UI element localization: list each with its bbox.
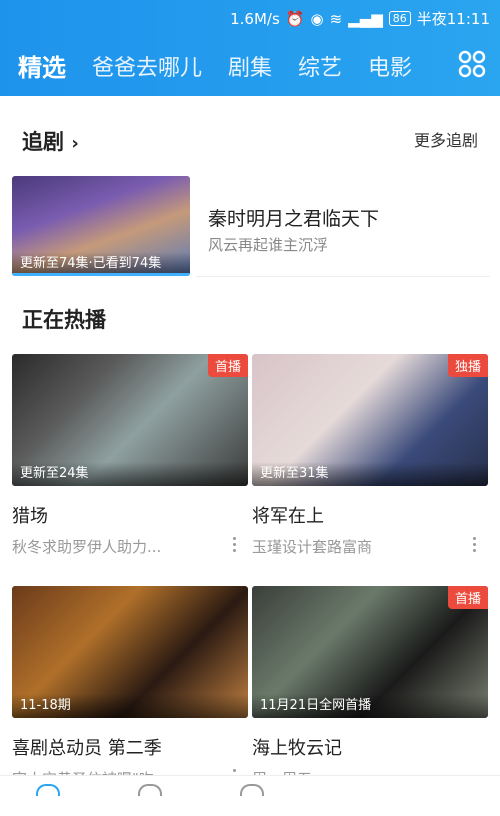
wifi-icon: ≋ <box>329 9 343 28</box>
tab-featured[interactable]: 精选 <box>18 48 66 83</box>
eye-icon: ◉ <box>310 9 324 28</box>
section-hot-title: 正在热播 <box>22 308 106 332</box>
premiere-badge: 首播 <box>447 586 488 609</box>
section-following[interactable]: 追剧 › <box>22 126 79 156</box>
tab-variety[interactable]: 综艺 <box>298 50 342 82</box>
chevron-right-icon: › <box>71 133 79 154</box>
more-following-link[interactable]: 更多追剧 <box>414 127 478 151</box>
watch-progress-bar <box>12 273 190 276</box>
card-thumbnail: 首播 11月21日全网首播 <box>252 586 488 718</box>
clock: 半夜11:11 <box>416 10 490 28</box>
card-thumbnail: 独播 更新至31集 <box>252 354 488 486</box>
divider <box>196 276 490 277</box>
community-icon[interactable] <box>240 784 264 796</box>
card-title: 将军在上 <box>252 506 324 527</box>
card-hot-1[interactable]: 首播 更新至24集 猎场 秋冬求助罗伊人助力... <box>12 354 248 584</box>
bottom-nav <box>0 775 500 798</box>
episode-overlay: 11-18期 <box>12 694 248 718</box>
following-title: 秦时明月之君临天下 <box>208 208 380 230</box>
more-options-icon[interactable] <box>466 534 482 558</box>
episode-overlay: 更新至24集 <box>12 462 248 486</box>
channel-grid-icon[interactable] <box>458 50 486 78</box>
following-description: 风云再起谁主沉浮 <box>208 236 329 254</box>
card-hot-2[interactable]: 独播 更新至31集 将军在上 玉瑾设计套路富商 <box>252 354 488 584</box>
following-thumbnail: 更新至74集·已看到74集 <box>12 176 190 276</box>
home-icon[interactable] <box>36 784 60 796</box>
card-title: 猎场 <box>12 506 48 527</box>
status-bar: 1.6M/s ⏰ ◉ ≋ ▂▄▆ 86 半夜11:11 <box>0 0 500 34</box>
channel-tabs: 精选 爸爸去哪儿 剧集 综艺 电影 <box>18 48 440 84</box>
more-options-icon[interactable] <box>226 534 242 558</box>
alarm-icon: ⏰ <box>285 9 305 28</box>
battery-icon: 86 <box>388 11 411 26</box>
following-item[interactable]: 更新至74集·已看到74集 秦时明月之君临天下 风云再起谁主沉浮 <box>12 176 490 276</box>
card-subtitle: 秋冬求助罗伊人助力... <box>12 538 162 556</box>
exclusive-badge: 独播 <box>447 354 488 377</box>
top-bar: 1.6M/s ⏰ ◉ ≋ ▂▄▆ 86 半夜11:11 精选 爸爸去哪儿 剧集 综艺电… <box>0 0 500 96</box>
card-subtitle: 玉瑾设计套路富商 <box>252 538 373 556</box>
episode-overlay: 更新至31集 <box>252 462 488 486</box>
tab-movies[interactable]: 电影 <box>368 50 412 82</box>
card-thumbnail: 11-18期 <box>12 586 248 718</box>
premiere-badge: 首播 <box>207 354 248 377</box>
card-title: 海上牧云记 <box>252 738 342 759</box>
tab-dad-where[interactable]: 爸爸去哪儿 <box>92 50 202 82</box>
tab-series[interactable]: 剧集 <box>228 50 272 82</box>
card-title: 喜剧总动员 第二季 <box>12 738 162 759</box>
section-following-title: 追剧 <box>22 130 64 154</box>
card-thumbnail: 首播 更新至24集 <box>12 354 248 486</box>
signal-icon: ▂▄▆ <box>348 9 383 28</box>
episode-overlay: 11月21日全网首播 <box>252 694 488 718</box>
network-speed: 1.6M/s <box>230 9 280 28</box>
discover-icon[interactable] <box>138 784 162 796</box>
